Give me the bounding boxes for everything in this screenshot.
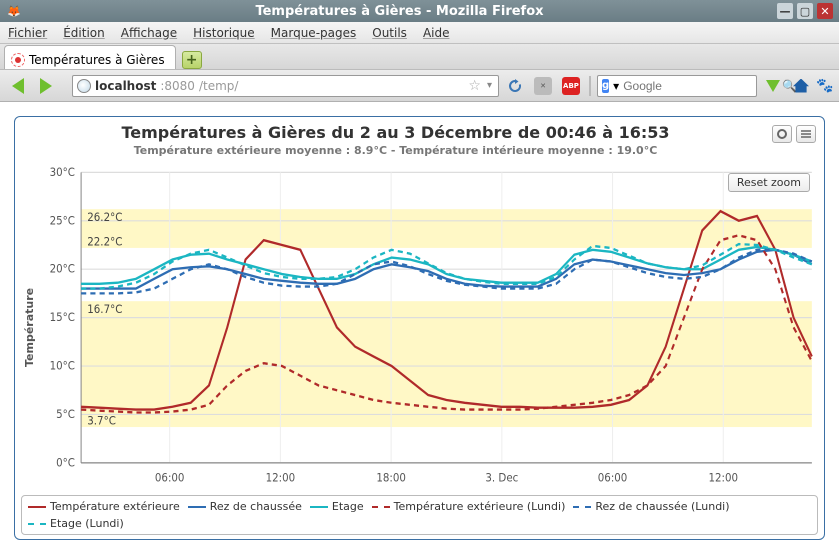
address-bar[interactable]: localhost :8080/temp/ ☆ ▾ <box>72 75 499 97</box>
svg-text:12:00: 12:00 <box>708 471 738 485</box>
window-titlebar: 🦊 Températures à Gières - Mozilla Firefo… <box>0 0 839 22</box>
stop-icon: ✕ <box>534 77 552 95</box>
svg-text:26.2°C: 26.2°C <box>87 210 122 224</box>
forward-icon <box>40 78 52 94</box>
menu-bookmarks[interactable]: Marque-pages <box>271 26 357 40</box>
chart-container: Températures à Gières du 2 au 3 Décembre… <box>14 116 825 540</box>
back-button[interactable] <box>6 74 30 98</box>
menu-view[interactable]: Affichage <box>121 26 177 40</box>
window-title: Températures à Gières - Mozilla Firefox <box>24 4 775 19</box>
y-axis-label: Température <box>21 163 38 491</box>
maximize-button[interactable]: ▢ <box>797 3 813 19</box>
svg-text:3.7°C: 3.7°C <box>87 414 116 428</box>
chart-subtitle: Température extérieure moyenne : 8.9°C -… <box>21 144 770 157</box>
legend-swatch <box>573 506 591 508</box>
svg-text:06:00: 06:00 <box>155 471 185 485</box>
addon-button[interactable]: 🐾 <box>817 78 833 94</box>
search-bar[interactable]: g ▾ 🔍 <box>597 75 757 97</box>
legend-item[interactable]: Etage <box>310 500 364 513</box>
svg-text:20°C: 20°C <box>50 262 76 276</box>
svg-text:0°C: 0°C <box>56 456 75 470</box>
stop-button[interactable]: ✕ <box>531 74 555 98</box>
tab-label: Températures à Gières <box>29 53 165 67</box>
url-host: localhost <box>95 79 156 93</box>
menu-help[interactable]: Aide <box>423 26 450 40</box>
download-icon <box>766 80 780 92</box>
legend-label: Température extérieure (Lundi) <box>394 500 566 513</box>
reload-button[interactable] <box>503 74 527 98</box>
search-engine-icon: g <box>602 79 609 93</box>
chart-legend: Température extérieure Rez de chaussée Eta… <box>21 495 818 535</box>
circle-icon <box>776 128 788 140</box>
svg-text:3. Dec: 3. Dec <box>485 471 518 485</box>
new-tab-button[interactable]: + <box>182 51 202 69</box>
svg-text:10°C: 10°C <box>50 359 76 373</box>
plot-area[interactable]: Reset zoom 0°C 5°C 10°C 15°C 20°C 25°C 30°C 06:… <box>38 163 818 491</box>
url-path: /temp/ <box>199 79 238 93</box>
legend-item[interactable]: Etage (Lundi) <box>28 517 124 530</box>
minimize-button[interactable]: — <box>777 3 793 19</box>
downloads-button[interactable] <box>761 74 785 98</box>
menu-tools[interactable]: Outils <box>372 26 407 40</box>
legend-label: Rez de chaussée (Lundi) <box>595 500 729 513</box>
home-button[interactable] <box>789 74 813 98</box>
browser-tab[interactable]: Températures à Gières <box>4 45 176 69</box>
search-input[interactable] <box>623 79 778 93</box>
bookmark-star-icon[interactable]: ☆ <box>468 78 481 94</box>
svg-text:18:00: 18:00 <box>376 471 406 485</box>
chart-view-button[interactable] <box>772 125 792 143</box>
svg-text:06:00: 06:00 <box>598 471 628 485</box>
url-port: :8080 <box>160 79 195 93</box>
hamburger-icon <box>800 128 812 140</box>
legend-label: Température extérieure <box>50 500 180 513</box>
legend-item[interactable]: Rez de chaussée <box>188 500 302 513</box>
menu-file[interactable]: Fichier <box>8 26 47 40</box>
reset-zoom-button[interactable]: Reset zoom <box>728 173 810 192</box>
url-dropdown-icon[interactable]: ▾ <box>487 80 492 91</box>
legend-label: Rez de chaussée <box>210 500 302 513</box>
back-icon <box>12 78 24 94</box>
forward-button[interactable] <box>34 74 58 98</box>
legend-item[interactable]: Température extérieure <box>28 500 180 513</box>
menu-bar: Fichier Édition Affichage Historique Mar… <box>0 22 839 44</box>
svg-text:15°C: 15°C <box>50 311 76 325</box>
legend-swatch <box>310 506 328 508</box>
chart-title: Températures à Gières du 2 au 3 Décembre… <box>21 123 770 142</box>
menu-edit[interactable]: Édition <box>63 26 105 40</box>
svg-text:16.7°C: 16.7°C <box>87 302 122 316</box>
chart-svg: 0°C 5°C 10°C 15°C 20°C 25°C 30°C 06:00 12:00 18:0… <box>38 163 818 491</box>
svg-text:22.2°C: 22.2°C <box>87 235 122 249</box>
legend-label: Etage (Lundi) <box>50 517 124 530</box>
close-button[interactable]: ✕ <box>817 3 833 19</box>
menu-history[interactable]: Historique <box>193 26 255 40</box>
svg-text:12:00: 12:00 <box>266 471 296 485</box>
adblock-icon: ABP <box>562 77 580 95</box>
tab-bar: Températures à Gières + <box>0 44 839 70</box>
legend-swatch <box>188 506 206 508</box>
adblock-button[interactable]: ABP <box>559 74 583 98</box>
legend-item[interactable]: Rez de chaussée (Lundi) <box>573 500 729 513</box>
separator <box>589 76 591 96</box>
site-identity-icon <box>77 79 91 93</box>
legend-swatch <box>28 506 46 508</box>
svg-text:25°C: 25°C <box>50 214 76 228</box>
tab-favicon <box>11 53 25 67</box>
svg-text:5°C: 5°C <box>56 407 75 421</box>
paw-icon: 🐾 <box>816 78 833 94</box>
engine-dropdown-icon[interactable]: ▾ <box>613 79 619 93</box>
legend-swatch <box>372 506 390 508</box>
reload-icon <box>507 78 523 94</box>
svg-text:30°C: 30°C <box>50 165 76 179</box>
legend-swatch <box>28 523 46 525</box>
app-icon: 🦊 <box>6 3 22 19</box>
chart-menu-button[interactable] <box>796 125 816 143</box>
navigation-toolbar: localhost :8080/temp/ ☆ ▾ ✕ ABP g ▾ 🔍 🐾 <box>0 70 839 102</box>
legend-label: Etage <box>332 500 364 513</box>
legend-item[interactable]: Température extérieure (Lundi) <box>372 500 566 513</box>
home-icon <box>793 79 809 93</box>
page-content: Températures à Gières du 2 au 3 Décembre… <box>0 102 839 554</box>
